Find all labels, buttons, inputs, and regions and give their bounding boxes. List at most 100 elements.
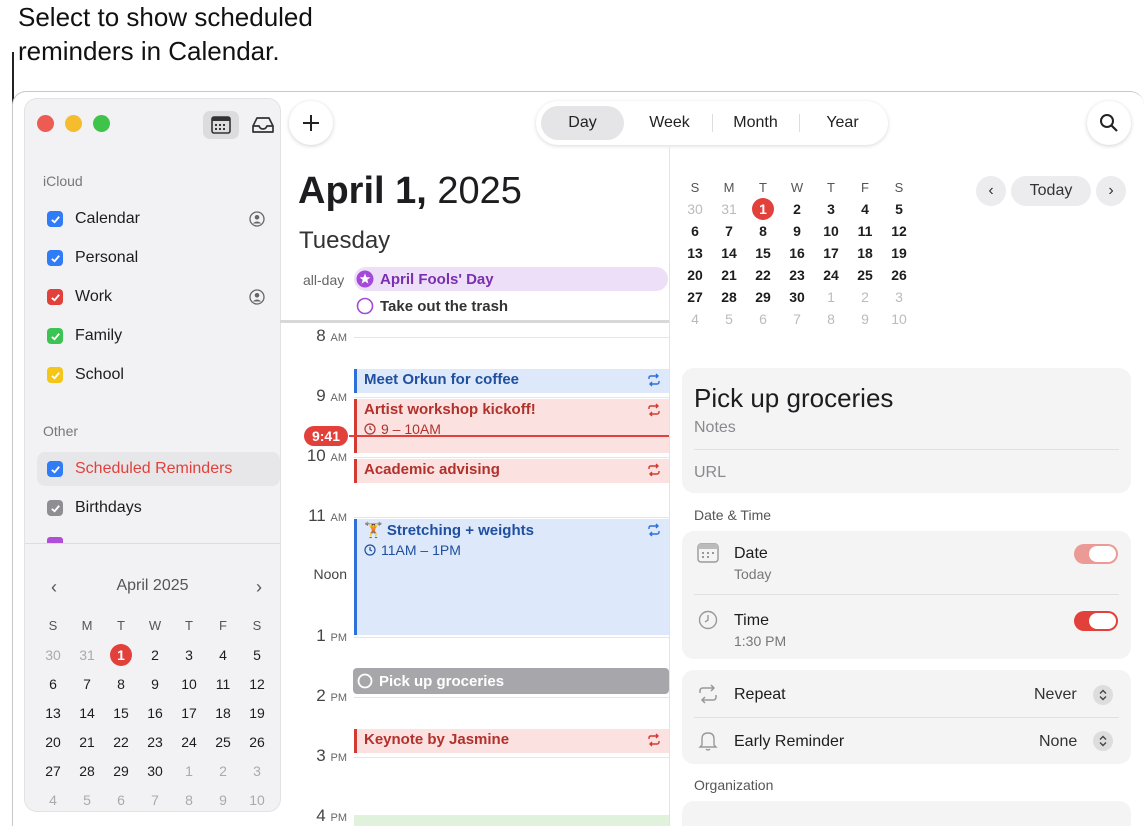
month-cal-day-cell[interactable]: 10 xyxy=(882,308,916,330)
month-cal-day-cell[interactable]: 26 xyxy=(882,264,916,286)
mini-cal-day-cell[interactable]: 30 xyxy=(36,640,70,669)
checkbox[interactable] xyxy=(47,461,63,477)
notes-field[interactable]: Notes xyxy=(694,419,736,437)
event-academic-advising[interactable]: Academic advising xyxy=(354,459,669,483)
month-cal-day-cell[interactable]: 6 xyxy=(678,220,712,242)
mini-cal-day-cell[interactable]: 25 xyxy=(206,727,240,756)
checkbox[interactable] xyxy=(47,500,63,516)
mini-cal-day-cell[interactable]: 1 xyxy=(172,756,206,785)
allday-event-april-fools[interactable]: April Fools' Day xyxy=(354,267,668,291)
month-cal-day-cell[interactable]: 18 xyxy=(848,242,882,264)
month-cal-day-cell[interactable]: 7 xyxy=(780,308,814,330)
calendar-item-scheduled-reminders[interactable]: Scheduled Reminders xyxy=(37,452,280,486)
zoom-button[interactable] xyxy=(93,115,110,132)
repeat-value[interactable]: Never xyxy=(1034,686,1077,704)
month-cal-day-cell[interactable]: 17 xyxy=(814,242,848,264)
search-button[interactable] xyxy=(1087,101,1131,145)
early-reminder-stepper[interactable] xyxy=(1093,731,1113,751)
month-cal-day-cell[interactable]: 1 xyxy=(746,198,780,220)
month-cal-day-cell[interactable]: 9 xyxy=(780,220,814,242)
month-cal-day-cell[interactable]: 6 xyxy=(746,308,780,330)
month-cal-day-cell[interactable]: 21 xyxy=(712,264,746,286)
calendar-item-family[interactable]: Family xyxy=(37,319,280,353)
view-year-tab[interactable]: Year xyxy=(801,106,884,140)
mini-cal-day-cell[interactable]: 23 xyxy=(138,727,172,756)
month-cal-day-cell[interactable]: 28 xyxy=(712,286,746,308)
reminder-pick-up-groceries[interactable]: Pick up groceries xyxy=(353,668,669,694)
mini-cal-day-cell[interactable]: 11 xyxy=(206,669,240,698)
month-cal-day-cell[interactable]: 22 xyxy=(746,264,780,286)
month-cal-day-cell[interactable]: 14 xyxy=(712,242,746,264)
date-toggle[interactable] xyxy=(1074,544,1118,564)
mini-cal-day-cell[interactable]: 17 xyxy=(172,698,206,727)
mini-cal-day-cell[interactable]: 20 xyxy=(36,727,70,756)
view-month-tab[interactable]: Month xyxy=(714,106,797,140)
month-cal-day-cell[interactable]: 2 xyxy=(848,286,882,308)
mini-cal-day-cell[interactable]: 15 xyxy=(104,698,138,727)
mini-cal-day-cell[interactable]: 7 xyxy=(70,669,104,698)
mini-cal-day-cell[interactable]: 12 xyxy=(240,669,274,698)
event-stretching[interactable]: 🏋 Stretching + weights 11AM – 1PM xyxy=(354,519,669,635)
mini-cal-day-cell[interactable]: 19 xyxy=(240,698,274,727)
mini-cal-day-cell[interactable]: 1 xyxy=(104,640,138,669)
mini-cal-day-cell[interactable]: 3 xyxy=(240,756,274,785)
checkbox[interactable] xyxy=(47,367,63,383)
month-cal-day-cell[interactable]: 3 xyxy=(814,198,848,220)
mini-cal-day-cell[interactable]: 9 xyxy=(138,669,172,698)
mini-cal-day-cell[interactable]: 27 xyxy=(36,756,70,785)
mini-cal-day-cell[interactable]: 5 xyxy=(240,640,274,669)
mini-cal-day-cell[interactable]: 30 xyxy=(138,756,172,785)
mini-cal-next-button[interactable]: › xyxy=(256,577,262,598)
today-button[interactable]: Today xyxy=(1011,176,1091,206)
month-cal-day-cell[interactable]: 4 xyxy=(848,198,882,220)
time-toggle[interactable] xyxy=(1074,611,1118,631)
month-cal-day-cell[interactable]: 30 xyxy=(678,198,712,220)
mini-cal-day-cell[interactable]: 10 xyxy=(240,785,274,814)
inbox-button[interactable] xyxy=(245,111,281,139)
mini-cal-day-cell[interactable]: 10 xyxy=(172,669,206,698)
month-cal-day-cell[interactable]: 5 xyxy=(712,308,746,330)
month-cal-day-cell[interactable]: 8 xyxy=(814,308,848,330)
calendar-item-school[interactable]: School xyxy=(37,358,280,392)
month-cal-day-cell[interactable]: 15 xyxy=(746,242,780,264)
mini-cal-day-cell[interactable]: 2 xyxy=(206,756,240,785)
month-cal-day-cell[interactable]: 9 xyxy=(848,308,882,330)
early-reminder-value[interactable]: None xyxy=(1039,733,1077,751)
month-cal-day-cell[interactable]: 25 xyxy=(848,264,882,286)
month-cal-day-cell[interactable]: 30 xyxy=(780,286,814,308)
reminder-circle-icon[interactable] xyxy=(357,673,373,689)
month-cal-day-cell[interactable]: 27 xyxy=(678,286,712,308)
time-value[interactable]: 1:30 PM xyxy=(734,633,786,649)
repeat-stepper[interactable] xyxy=(1093,685,1113,705)
month-cal-day-cell[interactable]: 20 xyxy=(678,264,712,286)
month-cal-day-cell[interactable]: 19 xyxy=(882,242,916,264)
month-cal-day-cell[interactable]: 7 xyxy=(712,220,746,242)
mini-cal-day-cell[interactable]: 16 xyxy=(138,698,172,727)
month-cal-day-cell[interactable]: 10 xyxy=(814,220,848,242)
reminder-circle-icon[interactable] xyxy=(356,297,374,315)
mini-cal-day-cell[interactable]: 4 xyxy=(206,640,240,669)
calendar-item-calendar[interactable]: Calendar xyxy=(37,202,280,236)
month-cal-day-cell[interactable]: 5 xyxy=(882,198,916,220)
calendar-item-birthdays[interactable]: Birthdays xyxy=(37,491,280,525)
month-cal-day-cell[interactable]: 29 xyxy=(746,286,780,308)
mini-cal-day-cell[interactable]: 6 xyxy=(104,785,138,814)
mini-cal-day-cell[interactable]: 21 xyxy=(70,727,104,756)
mini-cal-day-cell[interactable]: 3 xyxy=(172,640,206,669)
mini-cal-day-cell[interactable]: 31 xyxy=(70,640,104,669)
checkbox[interactable] xyxy=(47,328,63,344)
calendar-item-work[interactable]: Work xyxy=(37,280,280,314)
mini-cal-day-cell[interactable]: 22 xyxy=(104,727,138,756)
add-event-button[interactable] xyxy=(289,101,333,145)
mini-cal-day-cell[interactable]: 8 xyxy=(104,669,138,698)
mini-cal-day-cell[interactable]: 14 xyxy=(70,698,104,727)
checkbox[interactable] xyxy=(47,211,63,227)
month-cal-day-cell[interactable]: 13 xyxy=(678,242,712,264)
mini-cal-day-cell[interactable]: 13 xyxy=(36,698,70,727)
checkbox[interactable] xyxy=(47,250,63,266)
calendar-item-personal[interactable]: Personal xyxy=(37,241,280,275)
event-keynote[interactable]: Keynote by Jasmine xyxy=(354,729,669,753)
next-month-button[interactable]: › xyxy=(1096,176,1126,206)
mini-cal-day-cell[interactable]: 9 xyxy=(206,785,240,814)
mini-cal-day-cell[interactable]: 29 xyxy=(104,756,138,785)
